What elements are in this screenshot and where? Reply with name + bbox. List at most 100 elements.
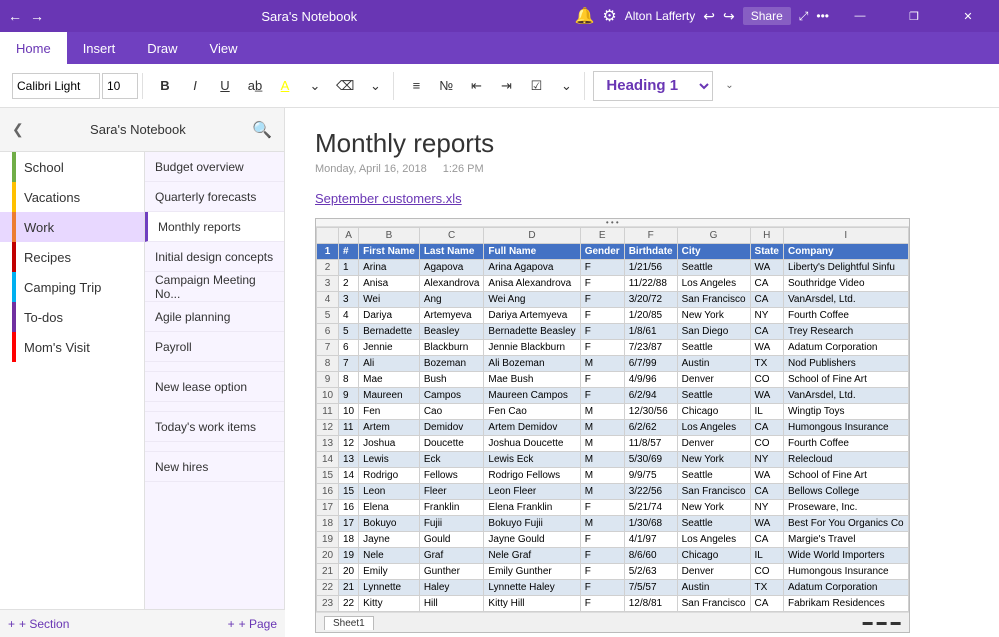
- table-row[interactable]: 54DariyaArtemyevaDariya ArtemyevaF1/20/8…: [317, 308, 909, 324]
- numbered-list-button[interactable]: №: [432, 72, 460, 100]
- add-section-button[interactable]: + + Section: [8, 617, 69, 631]
- notebook-sections: School Vacations Work Recipes Camping Tr…: [0, 152, 145, 637]
- sidebar: ❮ Sara's Notebook 🔍 School Vacations Wor…: [0, 108, 285, 637]
- drag-handle[interactable]: • • •: [606, 218, 619, 227]
- more-format-button[interactable]: ⌄: [361, 72, 389, 100]
- table-row[interactable]: 2322KittyHillKitty HillF12/8/81San Franc…: [317, 596, 909, 612]
- page-item-new-hires[interactable]: New hires: [145, 452, 284, 482]
- page-item-lease[interactable]: New lease option: [145, 372, 284, 402]
- table-cell: Nele: [359, 548, 420, 564]
- font-size-input[interactable]: [102, 73, 138, 99]
- list-more-button[interactable]: ⌄: [552, 72, 580, 100]
- table-row[interactable]: 1211ArtemDemidovArtem DemidovM6/2/62Los …: [317, 420, 909, 436]
- forward-button[interactable]: →: [30, 8, 44, 24]
- table-cell: Anisa: [359, 276, 420, 292]
- sheet-tab[interactable]: Sheet1: [324, 616, 374, 630]
- table-row[interactable]: 1110FenCaoFen CaoM12/30/56ChicagoILWingt…: [317, 404, 909, 420]
- checkbox-button[interactable]: ☑: [522, 72, 550, 100]
- page-item-blank1[interactable]: [145, 362, 284, 372]
- decrease-indent-button[interactable]: ⇤: [462, 72, 490, 100]
- ss-controls[interactable]: ▬▬▬: [863, 617, 901, 628]
- page-item-blank2[interactable]: [145, 402, 284, 412]
- table-row[interactable]: 43WeiAngWei AngF3/20/72San FranciscoCAVa…: [317, 292, 909, 308]
- sidebar-collapse-button[interactable]: ❮: [12, 121, 24, 138]
- restore-button[interactable]: ❐: [891, 0, 937, 32]
- bold-button[interactable]: B: [151, 72, 179, 100]
- table-row[interactable]: 1918JayneGouldJayne GouldF4/1/97Los Ange…: [317, 532, 909, 548]
- bell-icon[interactable]: 🔔: [575, 6, 595, 26]
- table-cell: Leon: [359, 484, 420, 500]
- table-cell: Elena Franklin: [484, 500, 580, 516]
- table-row[interactable]: 1615LeonFleerLeon FleerM3/22/56San Franc…: [317, 484, 909, 500]
- table-cell: 12/8/81: [624, 596, 677, 612]
- table-row[interactable]: 1817BokuyoFujiiBokuyo FujiiM1/30/68Seatt…: [317, 516, 909, 532]
- bullet-list-button[interactable]: ≡: [402, 72, 430, 100]
- sidebar-item-moms[interactable]: Mom's Visit: [0, 332, 144, 362]
- settings-icon[interactable]: ⚙: [602, 6, 616, 26]
- page-item-work-items[interactable]: Today's work items: [145, 412, 284, 442]
- table-row[interactable]: 2120EmilyGuntherEmily GuntherF5/2/63Denv…: [317, 564, 909, 580]
- increase-indent-button[interactable]: ⇥: [492, 72, 520, 100]
- table-cell: Seattle: [677, 468, 750, 484]
- table-row[interactable]: 1514RodrigoFellowsRodrigo FellowsM9/9/75…: [317, 468, 909, 484]
- file-link[interactable]: September customers.xls: [315, 191, 969, 206]
- font-name-input[interactable]: [12, 73, 100, 99]
- tab-draw[interactable]: Draw: [131, 32, 193, 64]
- table-cell: 20: [339, 564, 359, 580]
- table-cell: Austin: [677, 580, 750, 596]
- underline-button[interactable]: U: [211, 72, 239, 100]
- table-row[interactable]: 76JennieBlackburnJennie BlackburnF7/23/8…: [317, 340, 909, 356]
- tab-view[interactable]: View: [194, 32, 254, 64]
- sidebar-item-work[interactable]: Work: [0, 212, 144, 242]
- sidebar-item-vacations[interactable]: Vacations: [0, 182, 144, 212]
- page-item-budget[interactable]: Budget overview: [145, 152, 284, 182]
- redo-icon[interactable]: ↪: [723, 8, 735, 25]
- more-options-icon[interactable]: •••: [816, 9, 829, 23]
- back-button[interactable]: ←: [8, 8, 22, 24]
- table-row[interactable]: 2221LynnetteHaleyLynnette HaleyF7/5/57Au…: [317, 580, 909, 596]
- table-cell: 12/30/56: [624, 404, 677, 420]
- clear-format-button[interactable]: ⌫: [331, 72, 359, 100]
- search-icon[interactable]: 🔍: [252, 120, 272, 140]
- format-more-button[interactable]: ⌄: [301, 72, 329, 100]
- table-cell: Seattle: [677, 260, 750, 276]
- minimize-button[interactable]: —: [837, 0, 883, 32]
- table-row[interactable]: 87AliBozemanAli BozemanM6/7/99AustinTXNo…: [317, 356, 909, 372]
- page-item-quarterly[interactable]: Quarterly forecasts: [145, 182, 284, 212]
- page-item-payroll[interactable]: Payroll: [145, 332, 284, 362]
- close-button[interactable]: ✕: [945, 0, 991, 32]
- table-row[interactable]: 2019NeleGrafNele GrafF8/6/60ChicagoILWid…: [317, 548, 909, 564]
- table-row[interactable]: 21ArinaAgapovaArina AgapovaF1/21/56Seatt…: [317, 260, 909, 276]
- table-row[interactable]: 1312JoshuaDoucetteJoshua DoucetteM11/8/5…: [317, 436, 909, 452]
- table-row[interactable]: 65BernadetteBeasleyBernadette BeasleyF1/…: [317, 324, 909, 340]
- page-item-monthly[interactable]: Monthly reports: [145, 212, 284, 242]
- sidebar-item-camping[interactable]: Camping Trip: [0, 272, 144, 302]
- table-row[interactable]: 32AnisaAlexandrovaAnisa AlexandrovaF11/2…: [317, 276, 909, 292]
- page-item-campaign[interactable]: Campaign Meeting No...: [145, 272, 284, 302]
- spreadsheet-table[interactable]: A B C D E F G H I 1#First NameLast NameF…: [316, 227, 909, 612]
- share-button[interactable]: Share: [743, 7, 791, 25]
- sidebar-item-recipes[interactable]: Recipes: [0, 242, 144, 272]
- sidebar-item-school[interactable]: School: [0, 152, 144, 182]
- tab-insert[interactable]: Insert: [67, 32, 132, 64]
- heading-expand-button[interactable]: ⌄: [715, 72, 743, 100]
- page-item-blank3[interactable]: [145, 442, 284, 452]
- table-row[interactable]: 98MaeBushMae BushF4/9/96DenverCOSchool o…: [317, 372, 909, 388]
- add-page-button[interactable]: + + Page: [228, 617, 277, 631]
- table-cell: Lewis Eck: [484, 452, 580, 468]
- italic-button[interactable]: I: [181, 72, 209, 100]
- tab-home[interactable]: Home: [0, 32, 67, 64]
- page-item-design[interactable]: Initial design concepts: [145, 242, 284, 272]
- table-row[interactable]: 1716ElenaFranklinElena FranklinF5/21/74N…: [317, 500, 909, 516]
- heading-select[interactable]: Heading 1: [593, 71, 713, 101]
- main-layout: ❮ Sara's Notebook 🔍 School Vacations Wor…: [0, 108, 999, 637]
- page-item-agile[interactable]: Agile planning: [145, 302, 284, 332]
- table-row[interactable]: 109MaureenCamposMaureen CamposF6/2/94Sea…: [317, 388, 909, 404]
- expand-icon[interactable]: ⤢: [799, 9, 809, 24]
- highlight-button[interactable]: ab̲: [241, 72, 269, 100]
- sidebar-item-todos[interactable]: To-dos: [0, 302, 144, 332]
- table-cell: M: [580, 468, 624, 484]
- table-row[interactable]: 1413LewisEckLewis EckM5/30/69New YorkNYR…: [317, 452, 909, 468]
- undo-icon[interactable]: ↩: [703, 8, 715, 25]
- font-color-button[interactable]: A: [271, 72, 299, 100]
